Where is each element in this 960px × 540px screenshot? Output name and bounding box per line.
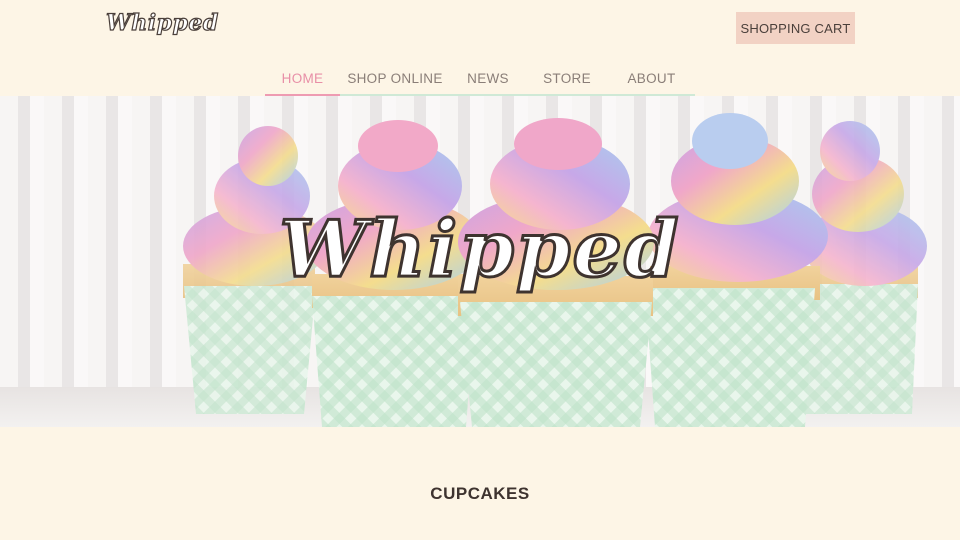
hero-title: Whipped [278, 203, 681, 297]
nav-home[interactable]: HOME [265, 62, 340, 97]
site-header: Whipped SHOPPING CART HOME SHOP ONLINE N… [0, 0, 960, 97]
main-nav: HOME SHOP ONLINE NEWS STORE ABOUT [265, 62, 695, 97]
nav-shop-online[interactable]: SHOP ONLINE [340, 62, 450, 94]
nav-store[interactable]: STORE [526, 62, 608, 94]
logo[interactable]: Whipped [105, 9, 218, 36]
shopping-cart-button[interactable]: SHOPPING CART [736, 12, 855, 44]
hero-banner: Whipped [0, 96, 960, 427]
nav-news[interactable]: NEWS [450, 62, 526, 94]
section-title: CUPCAKES [430, 484, 530, 503]
nav-about[interactable]: ABOUT [608, 62, 695, 94]
